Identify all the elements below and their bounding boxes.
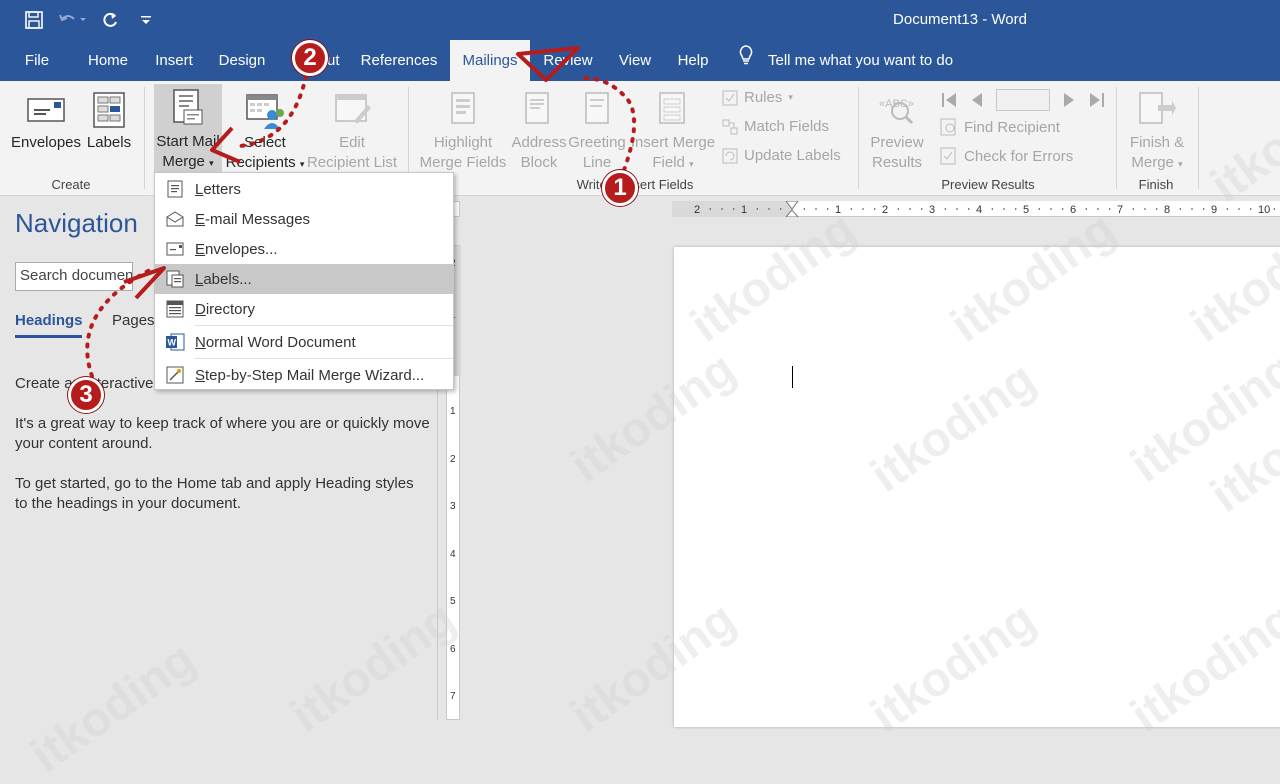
step-badge-3: 3 (68, 377, 104, 413)
step-badge-2: 2 (292, 40, 328, 76)
step-badge-1: 1 (602, 170, 638, 206)
annotation-arrows (85, 46, 637, 378)
